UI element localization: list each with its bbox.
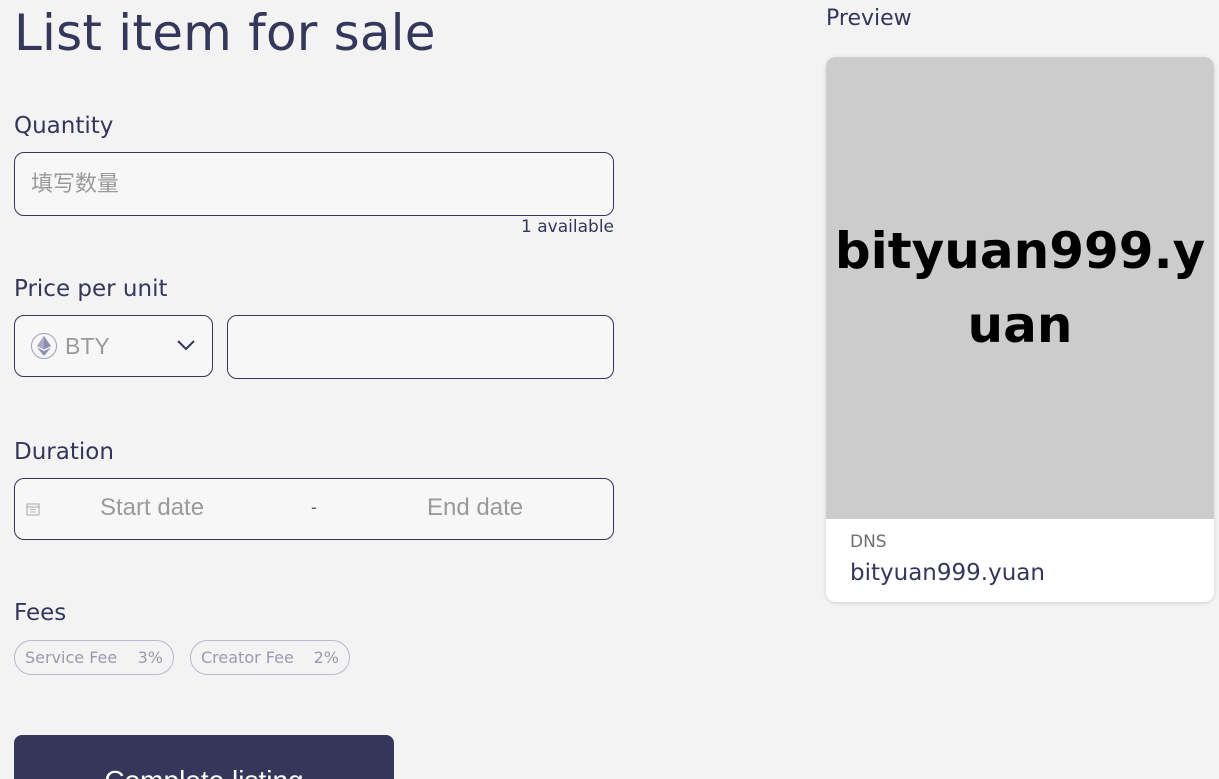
preview-image: bityuan999.yuan	[826, 57, 1214, 519]
fee-value: 2%	[313, 648, 339, 667]
chevron-down-icon	[177, 340, 195, 351]
fees-label: Fees	[14, 600, 67, 626]
preview-type: DNS	[850, 532, 887, 552]
date-range-picker[interactable]: Start date - End date	[14, 478, 614, 540]
date-separator: -	[311, 497, 317, 517]
ethereum-icon	[31, 333, 57, 359]
list-item-page: List item for sale Quantity 1 available …	[0, 0, 1219, 779]
price-input[interactable]	[227, 315, 614, 379]
preview-name: bityuan999.yuan	[850, 560, 1045, 586]
quantity-label: Quantity	[14, 113, 114, 139]
fee-value: 3%	[137, 648, 163, 667]
fee-name: Service Fee	[25, 648, 118, 667]
service-fee-chip: Service Fee 3%	[14, 640, 174, 675]
fee-name: Creator Fee	[201, 648, 294, 667]
start-date-input[interactable]: Start date	[100, 494, 204, 522]
creator-fee-chip: Creator Fee 2%	[190, 640, 350, 675]
quantity-input[interactable]	[14, 152, 614, 216]
end-date-input[interactable]: End date	[427, 494, 523, 522]
page-title: List item for sale	[14, 4, 436, 62]
preview-image-text: bityuan999.yuan	[834, 222, 1206, 354]
price-label: Price per unit	[14, 276, 168, 302]
available-count: 1 available	[521, 217, 614, 237]
complete-listing-button[interactable]: Complete listing	[14, 735, 394, 779]
calendar-icon	[26, 503, 40, 516]
preview-card[interactable]: bityuan999.yuan DNS bityuan999.yuan	[826, 57, 1214, 602]
currency-value: BTY	[65, 332, 110, 359]
currency-select[interactable]: BTY	[14, 315, 213, 377]
duration-label: Duration	[14, 439, 114, 465]
preview-label: Preview	[826, 6, 912, 31]
